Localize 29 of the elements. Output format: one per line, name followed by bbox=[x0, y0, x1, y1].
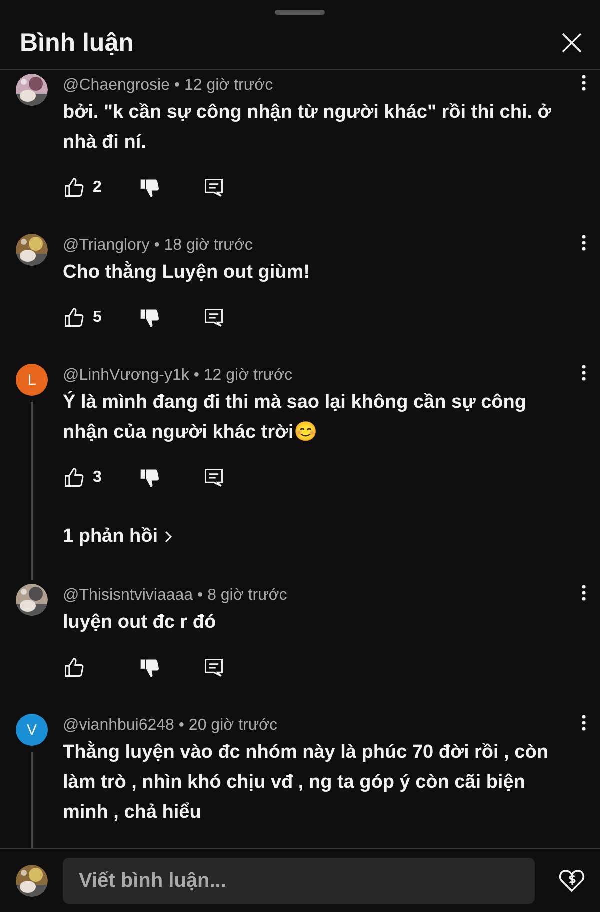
comment-text: bởi. "k cần sự công nhận từ người khác" rồi thi chi. ở nhà đi ní. bbox=[63, 101, 552, 155]
dislike-button[interactable] bbox=[139, 307, 161, 329]
like-button[interactable]: 2 bbox=[63, 177, 102, 199]
comment-input[interactable]: Viết bình luận... bbox=[63, 858, 535, 904]
like-button[interactable] bbox=[63, 657, 85, 679]
panel-title: Bình luận bbox=[20, 28, 134, 58]
dislike-button[interactable] bbox=[139, 467, 161, 489]
like-button[interactable]: 3 bbox=[63, 467, 102, 489]
dislike-button[interactable] bbox=[139, 177, 161, 199]
comment-meta: @vianhbui6248 • 20 giờ trước bbox=[63, 716, 278, 735]
comment-text: Thằng luyện vào đc nhóm này là phúc 70 đời rồi , còn làm trò , nhìn khó chịu vđ , ng ta góp ý còn cãi biện minh , chả hiểu bbox=[63, 740, 550, 825]
reply-icon[interactable] bbox=[203, 307, 225, 329]
letter-avatar: L bbox=[16, 364, 48, 396]
reply-icon[interactable] bbox=[203, 467, 225, 489]
drag-handle[interactable] bbox=[275, 10, 325, 15]
reply-icon[interactable] bbox=[203, 657, 225, 679]
comment-text: luyện out đc r đó bbox=[63, 611, 218, 635]
replies-link[interactable]: 1 phản hồi bbox=[63, 496, 174, 556]
like-button[interactable]: 5 bbox=[63, 307, 102, 329]
comment-meta: @Trianglory • 18 giờ trước bbox=[63, 236, 253, 255]
comment-meta: @Chaengrosie • 12 giờ trước bbox=[63, 76, 274, 95]
chevron-icon bbox=[164, 530, 174, 544]
reply-icon[interactable] bbox=[203, 177, 225, 199]
dislike-button[interactable] bbox=[139, 657, 161, 679]
comment-text: Cho thằng Luyện out giùm! bbox=[63, 260, 311, 285]
comment-meta: @LinhVương-y1k • 12 giờ trước bbox=[63, 366, 292, 385]
comment-meta: @Thisisntviviaaaa • 8 giờ trước bbox=[63, 586, 288, 605]
letter-avatar: V bbox=[16, 714, 48, 746]
comment-text: Ý là mình đang đi thi mà sao lại không cần sự công nhận của người khác trời😊 bbox=[63, 390, 528, 445]
